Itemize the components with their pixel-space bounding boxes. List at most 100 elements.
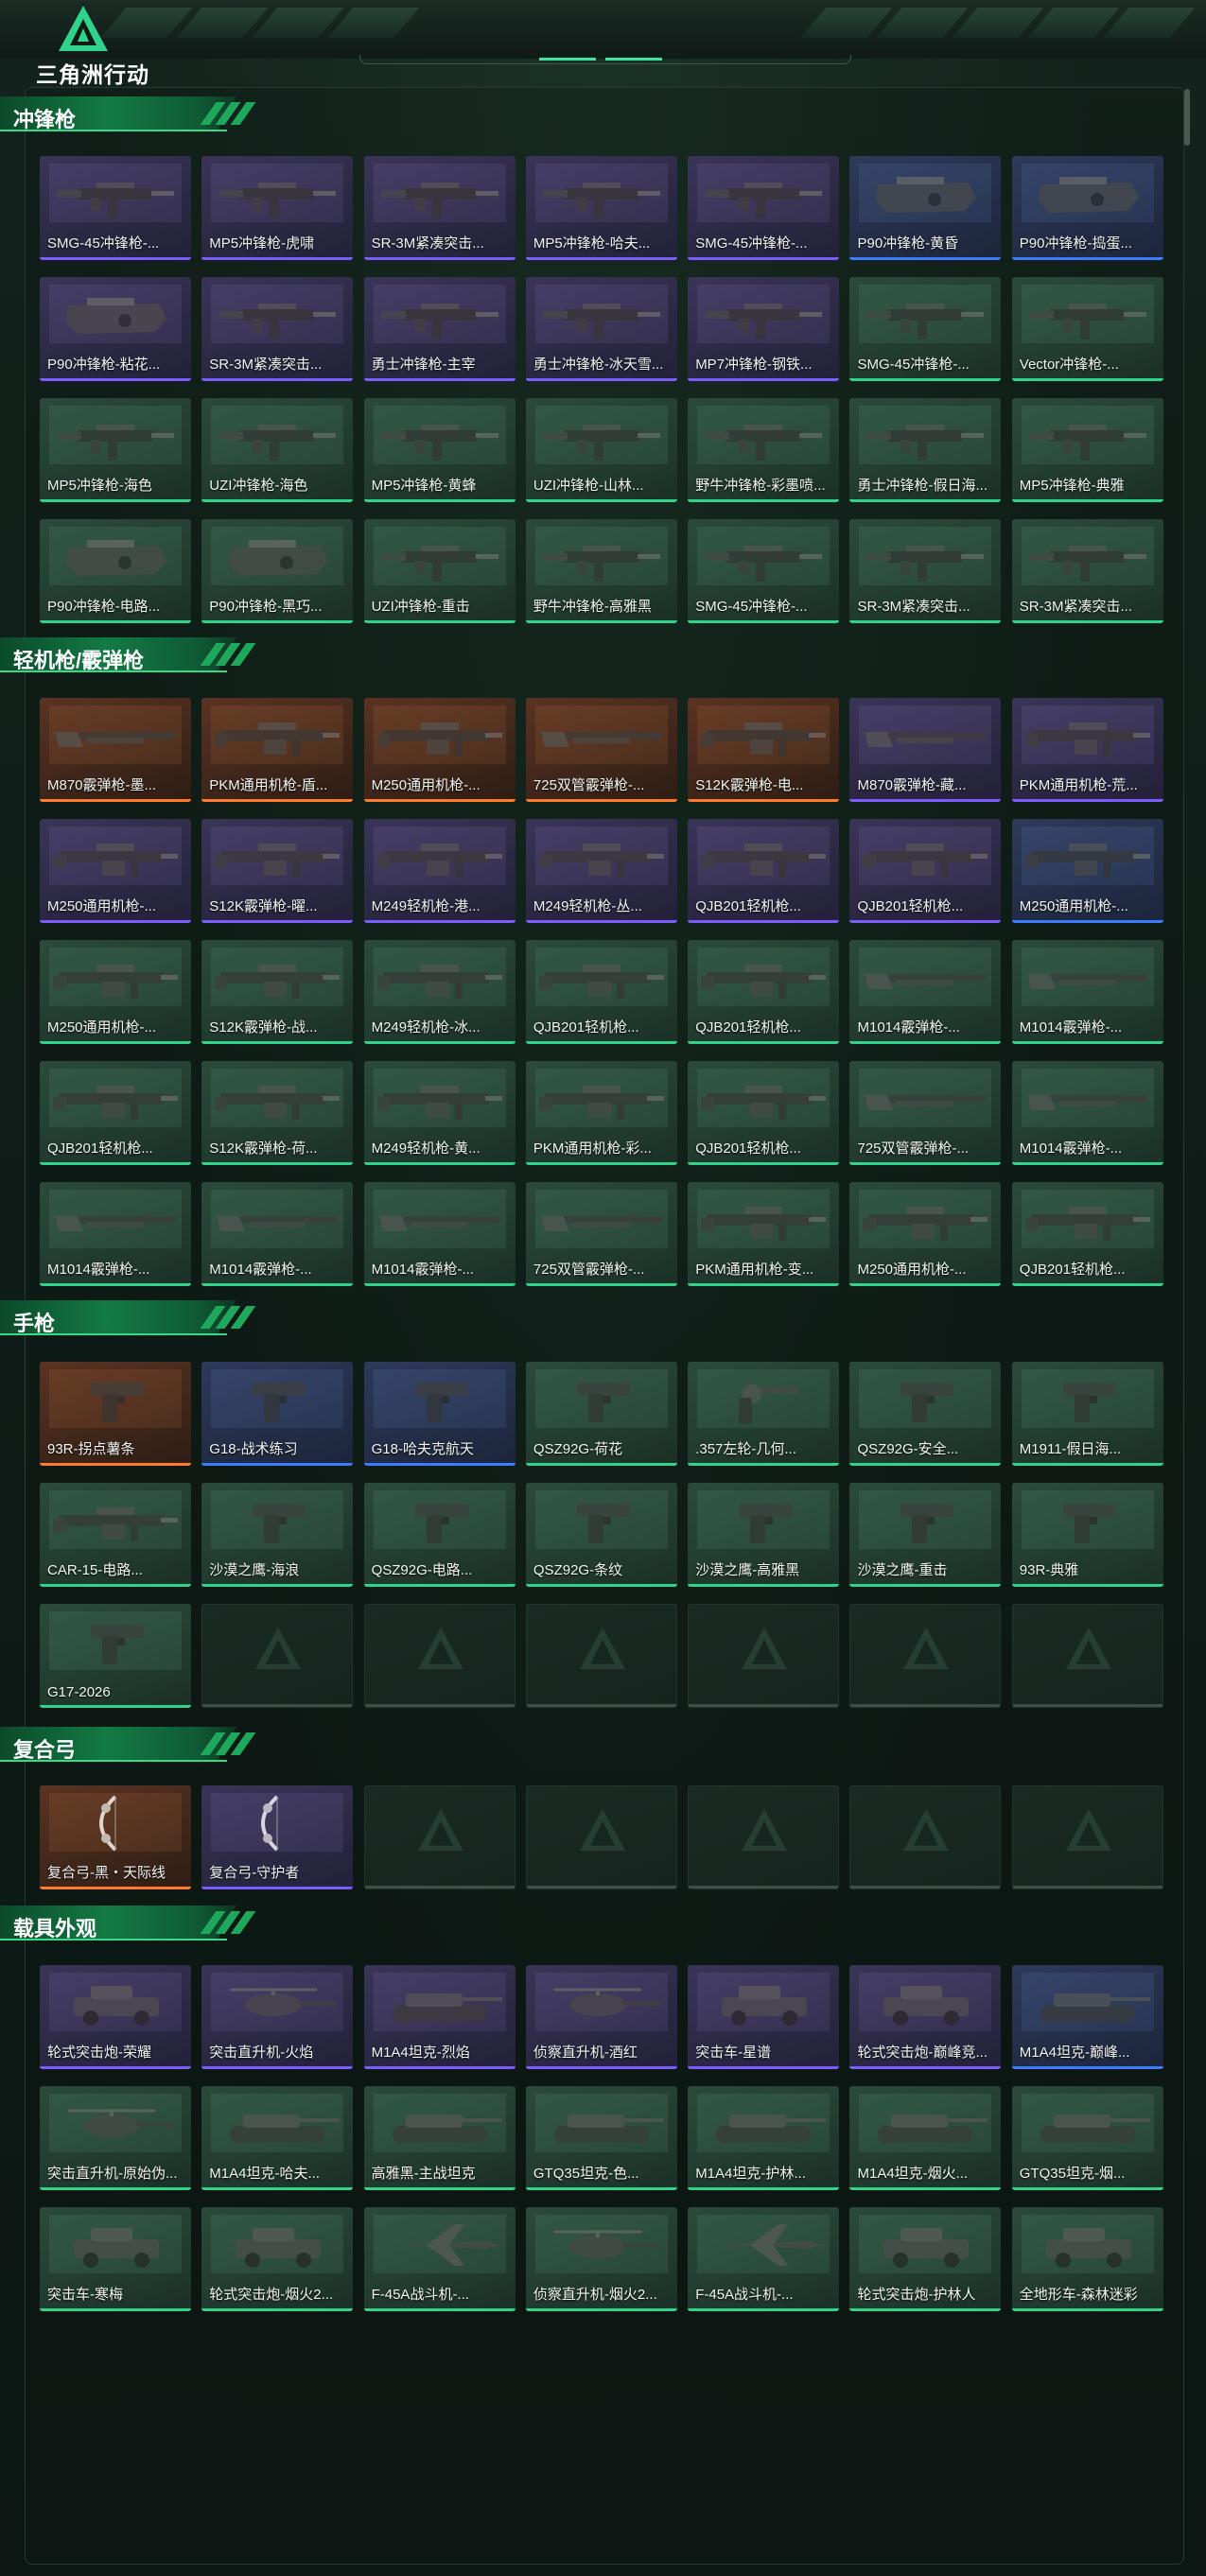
skin-card[interactable]: PKM通用机枪-盾... <box>201 698 354 802</box>
skin-card[interactable]: .357左轮-几何... <box>688 1362 840 1466</box>
skin-card[interactable]: M1014霰弹枪-... <box>849 940 1002 1044</box>
skin-card[interactable]: 725双管霰弹枪-... <box>525 1182 677 1286</box>
skin-card[interactable]: 侦察直升机-烟火2... <box>525 2207 677 2311</box>
skin-card[interactable]: 野牛冲锋枪-高雅黑 <box>525 519 677 623</box>
skin-card[interactable]: 轮式突击炮-巅峰竞... <box>849 1965 1002 2069</box>
skin-card[interactable]: M1014霰弹枪-... <box>1011 940 1163 1044</box>
skin-card[interactable]: 沙漠之鹰-重击 <box>849 1483 1002 1587</box>
skin-card[interactable]: P90冲锋枪-捣蛋... <box>1011 156 1163 260</box>
skin-card[interactable]: SR-3M紧凑突击... <box>1011 519 1163 623</box>
skin-card[interactable]: GTQ35坦克-色... <box>525 2086 677 2190</box>
skin-card[interactable]: P90冲锋枪-黄昏 <box>849 156 1002 260</box>
skin-card[interactable]: M870霰弹枪-藏... <box>849 698 1002 802</box>
skin-card[interactable]: MP5冲锋枪-黄蜂 <box>363 398 516 502</box>
skin-card[interactable]: S12K霰弹枪-荷... <box>201 1061 354 1165</box>
skin-card[interactable]: F-45A战斗机-... <box>363 2207 516 2311</box>
skin-card[interactable]: M1A4坦克-巅峰... <box>1011 1965 1163 2069</box>
skin-card[interactable]: QJB201轻机枪... <box>688 940 840 1044</box>
skin-card[interactable]: 轮式突击炮-护林人 <box>849 2207 1002 2311</box>
skin-card[interactable]: QJB201轻机枪... <box>40 1061 191 1165</box>
skin-card[interactable]: 93R-典雅 <box>1011 1483 1163 1587</box>
skin-card[interactable]: SR-3M紧凑突击... <box>849 519 1002 623</box>
skin-card[interactable]: G18-战术练习 <box>201 1362 354 1466</box>
skin-card[interactable]: CAR-15-电路... <box>40 1483 191 1587</box>
skin-card[interactable]: 725双管霰弹枪-... <box>849 1061 1002 1165</box>
skin-card[interactable]: M1A4坦克-烟火... <box>849 2086 1002 2190</box>
skin-card[interactable]: M250通用机枪-... <box>849 1182 1002 1286</box>
skin-card[interactable]: QSZ92G-条纹 <box>525 1483 677 1587</box>
skin-card[interactable]: QJB201轻机枪... <box>1011 1182 1163 1286</box>
skin-card[interactable]: MP5冲锋枪-虎啸 <box>201 156 354 260</box>
skin-card[interactable]: G17-2026 <box>40 1604 191 1708</box>
skin-card[interactable]: P90冲锋枪-黑巧... <box>201 519 354 623</box>
skin-card[interactable]: M1014霰弹枪-... <box>363 1182 516 1286</box>
scrollbar[interactable] <box>1184 89 1190 146</box>
skin-card[interactable]: 轮式突击炮-荣耀 <box>40 1965 191 2069</box>
skin-card[interactable]: M1014霰弹枪-... <box>40 1182 191 1286</box>
skin-card[interactable]: UZI冲锋枪-山林... <box>525 398 677 502</box>
skin-card[interactable]: M249轻机枪-冰... <box>363 940 516 1044</box>
skin-card[interactable]: PKM通用机枪-荒... <box>1011 698 1163 802</box>
skin-card[interactable]: PKM通用机枪-彩... <box>525 1061 677 1165</box>
skin-card[interactable]: QSZ92G-电路... <box>363 1483 516 1587</box>
skin-card[interactable]: 野牛冲锋枪-彩墨喷... <box>688 398 840 502</box>
skin-card[interactable]: 勇士冲锋枪-假日海... <box>849 398 1002 502</box>
skin-card[interactable]: SMG-45冲锋枪-... <box>849 277 1002 381</box>
skin-card[interactable]: 侦察直升机-酒红 <box>525 1965 677 2069</box>
skin-card[interactable]: Vector冲锋枪-... <box>1011 277 1163 381</box>
skin-card[interactable]: M249轻机枪-丛... <box>525 819 677 923</box>
skin-card[interactable]: S12K霰弹枪-曜... <box>201 819 354 923</box>
skin-card[interactable]: QJB201轻机枪... <box>688 819 840 923</box>
skin-card[interactable]: 高雅黑-主战坦克 <box>363 2086 516 2190</box>
skin-card[interactable]: GTQ35坦克-烟... <box>1011 2086 1163 2190</box>
skin-card[interactable]: M1014霰弹枪-... <box>201 1182 354 1286</box>
skin-card[interactable]: 突击直升机-原始伪... <box>40 2086 191 2190</box>
skin-card[interactable]: M870霰弹枪-墨... <box>40 698 191 802</box>
skin-card[interactable]: 轮式突击炮-烟火2... <box>201 2207 354 2311</box>
skin-card[interactable]: 勇士冲锋枪-冰天雪... <box>525 277 677 381</box>
skin-card[interactable]: MP5冲锋枪-典雅 <box>1011 398 1163 502</box>
skin-card[interactable]: M250通用机枪-... <box>40 940 191 1044</box>
skin-card[interactable]: QJB201轻机枪... <box>688 1061 840 1165</box>
skin-card[interactable]: F-45A战斗机-... <box>688 2207 840 2311</box>
skin-card[interactable]: M1A4坦克-哈夫... <box>201 2086 354 2190</box>
skin-card[interactable]: M1911-假日海... <box>1011 1362 1163 1466</box>
skin-card[interactable]: SMG-45冲锋枪-... <box>688 156 840 260</box>
skin-card[interactable]: SR-3M紧凑突击... <box>201 277 354 381</box>
skin-card[interactable]: M249轻机枪-黄... <box>363 1061 516 1165</box>
skin-card[interactable]: MP5冲锋枪-海色 <box>40 398 191 502</box>
skin-card[interactable]: MP7冲锋枪-钢铁... <box>688 277 840 381</box>
skin-card[interactable]: QJB201轻机枪... <box>525 940 677 1044</box>
skin-card[interactable]: 725双管霰弹枪-... <box>525 698 677 802</box>
skin-card[interactable]: 沙漠之鹰-高雅黑 <box>688 1483 840 1587</box>
skin-card[interactable]: 勇士冲锋枪-主宰 <box>363 277 516 381</box>
skin-card[interactable]: M249轻机枪-港... <box>363 819 516 923</box>
skin-card[interactable]: 突击车-星谱 <box>688 1965 840 2069</box>
skin-card[interactable]: G18-哈夫克航天 <box>363 1362 516 1466</box>
skin-card[interactable]: M1A4坦克-烈焰 <box>363 1965 516 2069</box>
skin-card[interactable]: S12K霰弹枪-电... <box>688 698 840 802</box>
skin-card[interactable]: SMG-45冲锋枪-... <box>40 156 191 260</box>
skin-card[interactable]: SR-3M紧凑突击... <box>363 156 516 260</box>
skin-card[interactable]: P90冲锋枪-电路... <box>40 519 191 623</box>
skin-card[interactable]: 突击直升机-火焰 <box>201 1965 354 2069</box>
skin-card[interactable]: M250通用机枪-... <box>40 819 191 923</box>
skin-card[interactable]: M1014霰弹枪-... <box>1011 1061 1163 1165</box>
skin-card[interactable]: QJB201轻机枪... <box>849 819 1002 923</box>
skin-card[interactable]: 复合弓-黑・天际线 <box>40 1785 191 1889</box>
skin-card[interactable]: QSZ92G-荷花 <box>525 1362 677 1466</box>
skin-card[interactable]: M250通用机枪-... <box>1011 819 1163 923</box>
skin-card[interactable]: M1A4坦克-护林... <box>688 2086 840 2190</box>
skin-card[interactable]: PKM通用机枪-变... <box>688 1182 840 1286</box>
skin-card[interactable]: 复合弓-守护者 <box>201 1785 354 1889</box>
skin-card[interactable]: MP5冲锋枪-哈夫... <box>525 156 677 260</box>
skin-card[interactable]: UZI冲锋枪-重击 <box>363 519 516 623</box>
skin-card[interactable]: 沙漠之鹰-海浪 <box>201 1483 354 1587</box>
skin-card[interactable]: 93R-拐点薯条 <box>40 1362 191 1466</box>
skin-card[interactable]: M250通用机枪-... <box>363 698 516 802</box>
skin-card[interactable]: P90冲锋枪-粘花... <box>40 277 191 381</box>
skin-card[interactable]: S12K霰弹枪-战... <box>201 940 354 1044</box>
skin-card[interactable]: SMG-45冲锋枪-... <box>688 519 840 623</box>
skin-card[interactable]: QSZ92G-安全... <box>849 1362 1002 1466</box>
skin-card[interactable]: 突击车-寒梅 <box>40 2207 191 2311</box>
